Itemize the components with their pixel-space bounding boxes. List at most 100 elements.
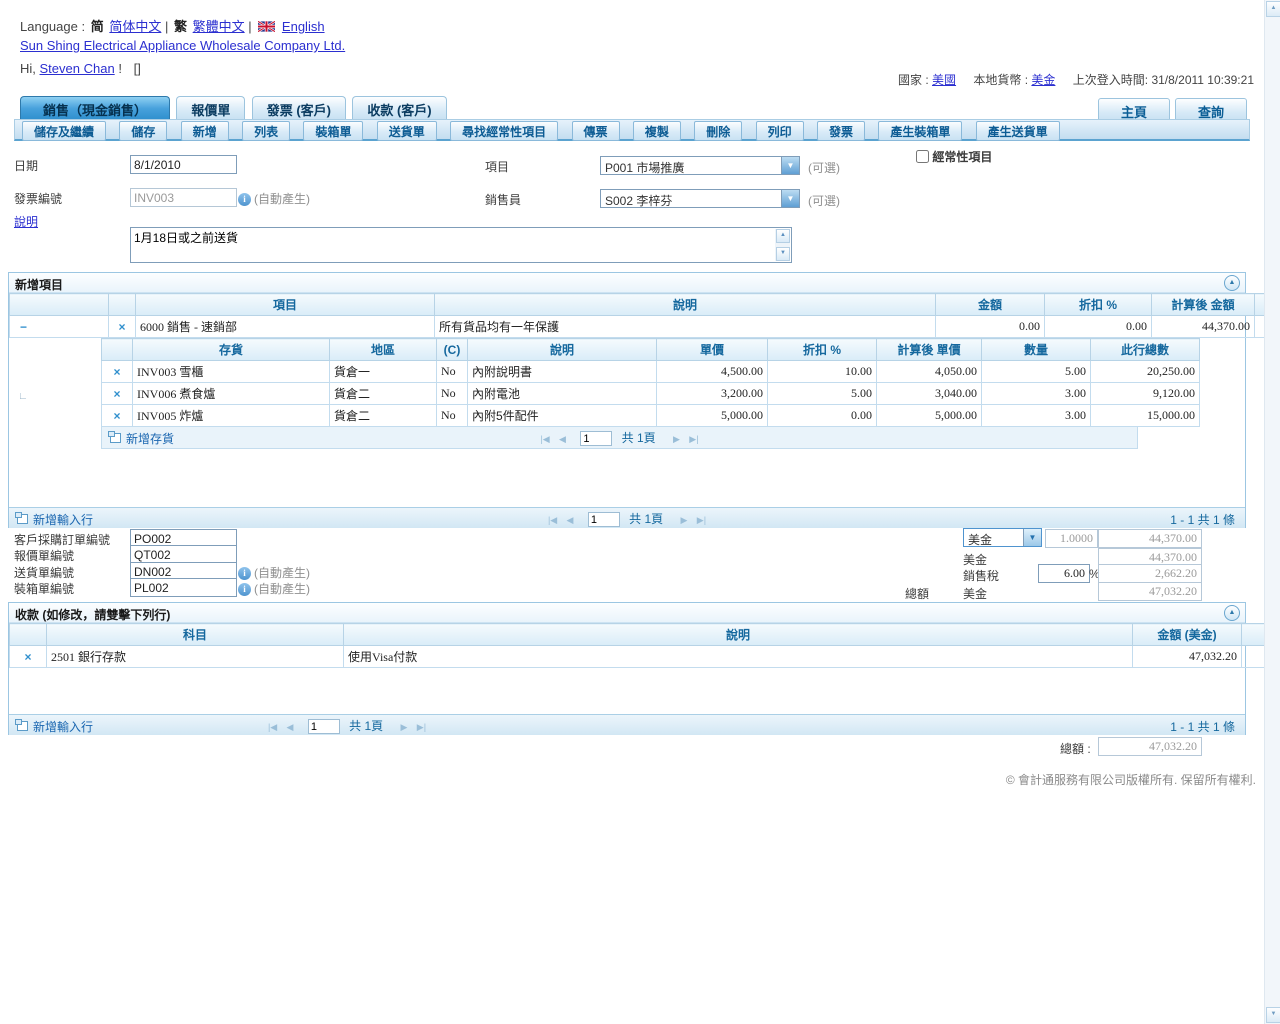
desc-cell[interactable]: 內附說明書: [468, 361, 657, 383]
invoice-button[interactable]: 發票: [817, 121, 865, 141]
pager-first-icon[interactable]: |◀: [540, 434, 549, 444]
generate-delivery-note-button[interactable]: 產生送貨單: [976, 121, 1060, 141]
c-cell[interactable]: No: [437, 361, 468, 383]
scroll-up-icon[interactable]: ▲: [776, 229, 790, 243]
desc-cell[interactable]: 內附電池: [468, 383, 657, 405]
chevron-down-icon[interactable]: ▼: [781, 157, 799, 174]
pager-page-input[interactable]: [308, 719, 340, 734]
delete-row-icon[interactable]: ×: [113, 387, 120, 401]
date-input[interactable]: [130, 155, 237, 174]
collapse-panel-icon[interactable]: ▲: [1224, 605, 1240, 621]
delete-row-icon[interactable]: ×: [113, 409, 120, 423]
project-select[interactable]: P001 市場推廣 ▼: [600, 156, 800, 175]
user-link[interactable]: Steven Chan: [40, 61, 115, 76]
location-cell[interactable]: 貨倉二: [330, 383, 437, 405]
tab-sales-cash[interactable]: 銷售（現金銷售）: [20, 96, 170, 120]
generate-packing-list-button[interactable]: 產生裝箱單: [878, 121, 962, 141]
c-cell[interactable]: No: [437, 405, 468, 427]
scroll-up-icon[interactable]: ▲: [1266, 1, 1280, 17]
desc-cell[interactable]: 內附5件配件: [468, 405, 657, 427]
packing-list-button[interactable]: 裝箱單: [303, 121, 363, 141]
scroll-down-icon[interactable]: ▼: [776, 247, 790, 261]
discount-cell[interactable]: 10.00: [768, 361, 877, 383]
delete-button[interactable]: 刪除: [694, 121, 742, 141]
stock-cell[interactable]: INV005 炸爐: [133, 405, 330, 427]
net-price-cell[interactable]: 4,050.00: [877, 361, 982, 383]
list-button[interactable]: 列表: [242, 121, 290, 141]
desc-cell[interactable]: 所有貨品均有一年保護: [435, 316, 936, 338]
delivery-note-button[interactable]: 送貨單: [377, 121, 437, 141]
unit-price-cell[interactable]: 3,200.00: [657, 383, 768, 405]
link-simplified-chinese[interactable]: 简体中文: [109, 19, 161, 34]
line-total-cell[interactable]: 20,250.00: [1091, 361, 1200, 383]
collapse-row-icon[interactable]: −: [20, 320, 27, 334]
chevron-down-icon[interactable]: ▼: [1023, 529, 1041, 546]
line-total-cell[interactable]: 9,120.00: [1091, 383, 1200, 405]
net-cell[interactable]: 44,370.00: [1152, 316, 1255, 338]
salesman-select[interactable]: S002 李梓芬 ▼: [600, 189, 800, 208]
country-link[interactable]: 美國: [932, 73, 956, 87]
discount-cell[interactable]: 0.00: [1045, 316, 1152, 338]
pager-next-icon[interactable]: ▶: [401, 722, 408, 732]
currency-select[interactable]: 美金 ▼: [963, 528, 1042, 547]
tab-quotation[interactable]: 報價單: [176, 96, 245, 120]
voucher-button[interactable]: 傳票: [572, 121, 620, 141]
delete-row-icon[interactable]: ×: [118, 320, 125, 334]
net-price-cell[interactable]: 3,040.00: [877, 383, 982, 405]
chevron-down-icon[interactable]: ▼: [781, 190, 799, 207]
line-total-cell[interactable]: 15,000.00: [1091, 405, 1200, 427]
new-button[interactable]: 新增: [181, 121, 229, 141]
pager-prev-icon[interactable]: ◀: [567, 515, 574, 525]
pager-last-icon[interactable]: ▶|: [697, 515, 706, 525]
page-scrollbar[interactable]: ▲ ▼: [1264, 0, 1280, 1024]
discount-cell[interactable]: 5.00: [768, 383, 877, 405]
description-textarea[interactable]: 1月18日或之前送貨: [131, 228, 775, 260]
unit-price-cell[interactable]: 5,000.00: [657, 405, 768, 427]
discount-cell[interactable]: 0.00: [768, 405, 877, 427]
qty-cell[interactable]: 3.00: [982, 405, 1091, 427]
link-traditional-chinese[interactable]: 繁體中文: [193, 19, 245, 34]
tab-receipt-customer[interactable]: 收款 (客戶): [352, 96, 446, 120]
amount-cell[interactable]: 0.00: [936, 316, 1045, 338]
collapse-panel-icon[interactable]: ▲: [1224, 275, 1240, 291]
receipt-row[interactable]: × 2501 銀行存款 使用Visa付款 47,032.20: [10, 646, 1273, 668]
save-button[interactable]: 儲存: [119, 121, 167, 141]
net-price-cell[interactable]: 5,000.00: [877, 405, 982, 427]
stock-cell[interactable]: INV006 煮食爐: [133, 383, 330, 405]
amount-cell[interactable]: 47,032.20: [1133, 646, 1242, 668]
item-cell[interactable]: 6000 銷售 - 速銷部: [136, 316, 435, 338]
pager-last-icon[interactable]: ▶|: [417, 722, 426, 732]
print-button[interactable]: 列印: [756, 121, 804, 141]
unit-price-cell[interactable]: 4,500.00: [657, 361, 768, 383]
pager-prev-icon[interactable]: ◀: [559, 434, 566, 444]
pager-page-input[interactable]: [588, 512, 620, 527]
recurring-checkbox[interactable]: [916, 150, 929, 163]
packing-list-input[interactable]: [130, 578, 237, 597]
pager-last-icon[interactable]: ▶|: [689, 434, 698, 444]
textarea-scrollbar[interactable]: ▲ ▼: [775, 229, 790, 261]
qty-cell[interactable]: 5.00: [982, 361, 1091, 383]
copy-button[interactable]: 複製: [633, 121, 681, 141]
stock-cell[interactable]: INV003 雪櫃: [133, 361, 330, 383]
account-cell[interactable]: 2501 銀行存款: [47, 646, 344, 668]
delete-row-icon[interactable]: ×: [24, 650, 31, 664]
desc-cell[interactable]: 使用Visa付款: [344, 646, 1133, 668]
tax-rate-input[interactable]: [1038, 564, 1090, 583]
pager-prev-icon[interactable]: ◀: [287, 722, 294, 732]
delete-row-icon[interactable]: ×: [113, 365, 120, 379]
find-recurring-button[interactable]: 尋找經常性項目: [450, 121, 558, 141]
scroll-down-icon[interactable]: ▼: [1266, 1007, 1280, 1023]
save-and-continue-button[interactable]: 儲存及繼續: [22, 121, 106, 141]
tab-invoice-customer[interactable]: 發票 (客戶): [252, 96, 346, 120]
pager-first-icon[interactable]: |◀: [268, 722, 277, 732]
pager-page-input[interactable]: [580, 431, 612, 446]
location-cell[interactable]: 貨倉一: [330, 361, 437, 383]
company-link[interactable]: Sun Shing Electrical Appliance Wholesale…: [20, 38, 345, 53]
location-cell[interactable]: 貨倉二: [330, 405, 437, 427]
local-currency-link[interactable]: 美金: [1031, 73, 1055, 87]
pager-next-icon[interactable]: ▶: [681, 515, 688, 525]
description-link[interactable]: 說明: [14, 213, 38, 230]
pager-next-icon[interactable]: ▶: [673, 434, 680, 444]
link-english[interactable]: English: [282, 19, 325, 34]
qty-cell[interactable]: 3.00: [982, 383, 1091, 405]
